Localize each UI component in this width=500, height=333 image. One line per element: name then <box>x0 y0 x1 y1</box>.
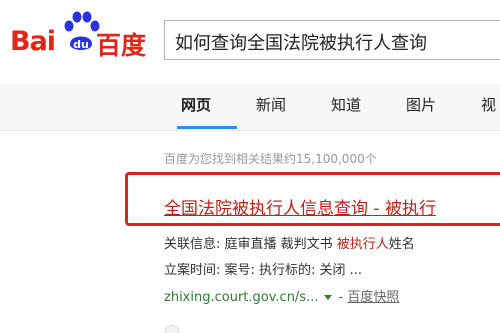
result-count: 百度为您找到相关结果约15,100,000个 <box>164 152 377 166</box>
active-tab-indicator <box>177 126 237 129</box>
tab-zhidao[interactable]: 知道 <box>331 94 361 115</box>
url-dropdown-icon[interactable] <box>324 294 333 300</box>
result-url-line: zhixing.court.gov.cn/s... - 百度快照 <box>164 286 399 305</box>
search-tabs: 网页 新闻 知道 图片 视 <box>0 84 500 131</box>
tab-video[interactable]: 视 <box>481 94 496 115</box>
baidu-logo[interactable]: Bai du 百度 <box>10 11 160 64</box>
url-separator: - <box>338 290 344 305</box>
tab-images[interactable]: 图片 <box>406 94 436 115</box>
logo-text-bai: Bai <box>10 26 56 57</box>
snippet-highlight: 被执行人 <box>336 237 389 252</box>
next-result-icon <box>164 325 180 333</box>
snippet-suffix: 姓名 <box>388 237 415 252</box>
page: Bai du 百度 如何查询全国法院被执行人查询 网页 新闻 知道 图片 视 百… <box>0 0 500 333</box>
snippet-prefix: 关联信息: 庭审直播 裁判文书 <box>164 237 337 252</box>
logo-paw-text: du <box>73 38 89 51</box>
paw-icon: du <box>64 11 100 51</box>
result-url[interactable]: zhixing.court.gov.cn/s... <box>164 290 318 305</box>
snapshot-link[interactable]: 百度快照 <box>347 290 399 305</box>
result-snippet-line-1: 关联信息: 庭审直播 裁判文书 被执行人姓名 <box>164 233 415 252</box>
result-title-link[interactable]: 全国法院被执行人信息查询 - 被执行 <box>164 194 436 219</box>
result-snippet-line-2: 立案时间: 案号: 执行标的: 关闭 ... <box>164 263 363 278</box>
header: Bai du 百度 如何查询全国法院被执行人查询 <box>0 0 500 84</box>
search-query-text: 如何查询全国法院被执行人查询 <box>175 33 427 54</box>
tab-news[interactable]: 新闻 <box>256 94 286 115</box>
logo-text-baidu: 百度 <box>96 31 147 60</box>
search-input[interactable]: 如何查询全国法院被执行人查询 <box>164 20 500 60</box>
tab-web[interactable]: 网页 <box>181 94 211 115</box>
